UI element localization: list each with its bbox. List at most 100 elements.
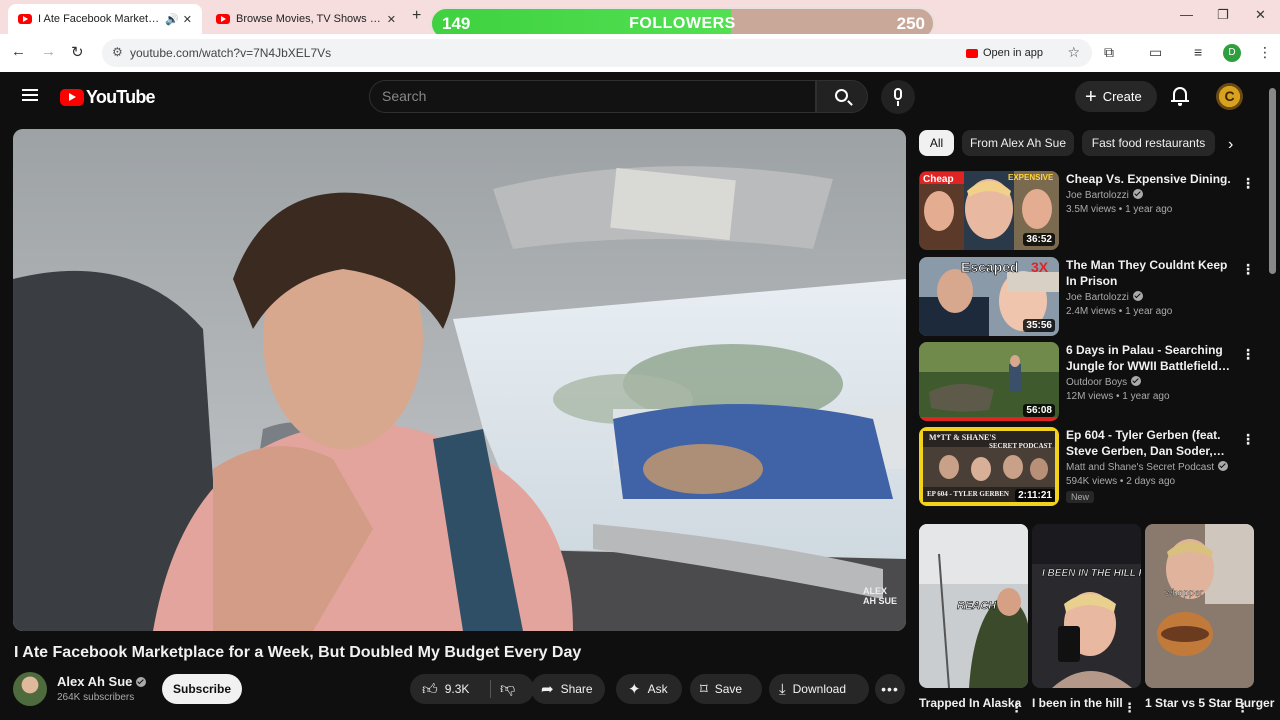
search-input[interactable] <box>382 88 802 104</box>
video-thumbnail[interactable]: Escaped 3X 35:56 <box>919 257 1059 336</box>
video-title[interactable]: Cheap Vs. Expensive Dining. <box>1066 171 1236 187</box>
chip-fast-food[interactable]: Fast food restaurants <box>1082 130 1215 156</box>
subscribe-button[interactable]: Subscribe <box>162 674 242 704</box>
tab-title: I Ate Facebook Marketplace fo <box>38 13 161 25</box>
minimize-icon[interactable]: — <box>1180 7 1193 22</box>
menu-icon[interactable] <box>22 89 38 101</box>
video-thumbnail[interactable]: Cheap EXPENSIVE 36:52 <box>919 171 1059 250</box>
page-scrollbar[interactable] <box>1269 88 1276 274</box>
close-tab-icon[interactable]: ✕ <box>183 13 192 26</box>
thumb-text-cheap: Cheap <box>923 174 954 185</box>
video-thumbnail[interactable]: M*TT & SHANE'S SECRET PODCAST EP 604 - T… <box>919 427 1059 506</box>
channel-name[interactable]: Alex Ah Sue <box>57 674 147 689</box>
thumb-text-show: M*TT & SHANE'S <box>929 433 997 442</box>
short-title[interactable]: Trapped In Alaska <box>919 696 1021 710</box>
video-channel-text[interactable]: Outdoor Boys <box>1066 377 1127 388</box>
video-watermark-line1: ALEX <box>863 586 887 596</box>
extensions-icon[interactable]: ⧉ <box>1104 44 1114 61</box>
video-channel-text[interactable]: Joe Bartolozzi <box>1066 190 1129 201</box>
browser-tab-yflix[interactable]: Browse Movies, TV Shows - yFli ✕ <box>206 4 406 34</box>
video-thumbnail[interactable]: 56:08 <box>919 342 1059 421</box>
download-icon: ⤓ <box>779 680 786 698</box>
back-icon[interactable]: ← <box>11 43 26 60</box>
chevron-right-icon[interactable]: › <box>1228 136 1233 154</box>
save-button[interactable]: ⌑ Save <box>690 674 762 704</box>
short-overlay-text: I BEEN IN THE HILL F- <box>1042 568 1141 579</box>
voice-search-button[interactable] <box>881 80 915 114</box>
video-channel-text[interactable]: Joe Bartolozzi <box>1066 292 1129 303</box>
search-box <box>369 80 816 113</box>
bell-clapper <box>1178 103 1182 106</box>
video-channel[interactable]: Joe Bartolozzi <box>1066 291 1236 303</box>
like-count[interactable]: 9.3K <box>445 682 470 696</box>
chip-all[interactable]: All <box>919 130 954 156</box>
cast-icon[interactable]: ▭ <box>1149 44 1162 61</box>
browser-profile-avatar[interactable]: D <box>1223 44 1241 62</box>
video-meta: 6 Days in Palau - Searching Jungle for W… <box>1066 342 1236 402</box>
channel-name-text[interactable]: Alex Ah Sue <box>57 674 132 689</box>
recommended-video[interactable]: M*TT & SHANE'S SECRET PODCAST EP 604 - T… <box>919 427 1264 517</box>
video-frame: ALEX AH SUE <box>13 129 906 631</box>
close-tab-icon[interactable]: ✕ <box>387 13 396 26</box>
share-button[interactable]: ➦ Share <box>531 674 605 704</box>
open-in-app-button[interactable]: Open in app <box>958 43 1051 63</box>
download-button[interactable]: ⤓ Download <box>769 674 869 704</box>
create-button[interactable]: + Create <box>1075 81 1157 112</box>
url-field[interactable]: ⚙ youtube.com/watch?v=7N4JbXEL7Vs Open i… <box>102 39 1092 67</box>
sparkle-icon: ✦ <box>628 680 641 698</box>
more-vertical-icon[interactable]: ⋮ <box>1241 431 1255 448</box>
youtube-logo[interactable]: YouTube <box>60 87 156 108</box>
forward-icon[interactable]: → <box>41 43 56 60</box>
video-channel[interactable]: Outdoor Boys <box>1066 376 1236 388</box>
maximize-icon[interactable]: ❐ <box>1217 7 1229 23</box>
thumbs-up-icon[interactable]: 👍︎ <box>422 682 438 697</box>
bookmark-star-icon[interactable]: ☆ <box>1067 44 1080 61</box>
thumbs-down-icon[interactable]: 👎︎ <box>500 680 515 698</box>
recommended-video[interactable]: Escaped 3X 35:56 The Man They Couldnt Ke… <box>919 257 1264 337</box>
video-duration: 2:11:21 <box>1015 489 1055 502</box>
short-overlay-text: REACH <box>957 600 997 612</box>
video-channel-text[interactable]: Matt and Shane's Secret Podcast <box>1066 462 1214 473</box>
short-title[interactable]: I been in the hill <box>1032 696 1123 710</box>
video-channel[interactable]: Matt and Shane's Secret Podcast <box>1066 461 1236 473</box>
open-in-app-label: Open in app <box>983 47 1043 59</box>
close-window-icon[interactable]: ✕ <box>1255 7 1266 23</box>
channel-avatar[interactable] <box>13 672 47 706</box>
more-vertical-icon[interactable]: ⋮ <box>1241 261 1255 278</box>
notifications-bell-icon[interactable] <box>1171 85 1189 107</box>
short-thumbnail[interactable]: I BEEN IN THE HILL F- <box>1032 524 1141 688</box>
video-title[interactable]: 6 Days in Palau - Searching Jungle for W… <box>1066 342 1236 374</box>
video-player[interactable]: ALEX AH SUE <box>13 129 906 631</box>
video-channel[interactable]: Joe Bartolozzi <box>1066 189 1236 201</box>
ask-button[interactable]: ✦ Ask <box>616 674 682 704</box>
youtube-favicon-icon <box>18 14 32 24</box>
more-vertical-icon[interactable]: ⋮ <box>1123 700 1136 716</box>
chip-from-channel[interactable]: From Alex Ah Sue <box>962 130 1074 156</box>
more-actions-button[interactable]: ••• <box>875 674 905 704</box>
followers-label: FOLLOWERS <box>629 15 736 32</box>
recommended-video[interactable]: 56:08 6 Days in Palau - Searching Jungle… <box>919 342 1264 422</box>
site-info-icon[interactable]: ⚙ <box>112 45 123 59</box>
search-button[interactable] <box>816 80 868 113</box>
media-controls-icon[interactable]: ≡ <box>1194 44 1202 60</box>
followers-goal: 250 <box>896 14 925 33</box>
reload-icon[interactable]: ↻ <box>71 43 84 61</box>
account-avatar[interactable]: C <box>1216 83 1243 110</box>
new-tab-icon[interactable]: + <box>412 7 421 25</box>
speaker-icon[interactable]: 🔊 <box>165 13 179 26</box>
browser-tab-youtube[interactable]: I Ate Facebook Marketplace fo 🔊 ✕ <box>8 4 202 34</box>
video-title[interactable]: The Man They Couldnt Keep In Prison <box>1066 257 1236 289</box>
browser-menu-icon[interactable]: ⋮ <box>1258 44 1272 61</box>
video-title[interactable]: Ep 604 - Tyler Gerben (feat. Steve Gerbe… <box>1066 427 1236 459</box>
short-title[interactable]: 1 Star vs 5 Star Burger <box>1145 696 1274 710</box>
short-thumbnail[interactable]: whopper <box>1145 524 1254 688</box>
more-vertical-icon[interactable]: ⋮ <box>1241 175 1255 192</box>
recommended-video[interactable]: Cheap EXPENSIVE 36:52 Cheap Vs. Expensiv… <box>919 171 1264 251</box>
more-vertical-icon[interactable]: ⋮ <box>1236 700 1249 716</box>
short-image: whopper <box>1145 524 1254 688</box>
url-text[interactable]: youtube.com/watch?v=7N4JbXEL7Vs <box>130 46 331 60</box>
more-vertical-icon[interactable]: ⋮ <box>1010 700 1023 716</box>
more-vertical-icon[interactable]: ⋮ <box>1241 346 1255 363</box>
thumb-text-podcast: SECRET PODCAST <box>989 442 1052 450</box>
short-thumbnail[interactable]: REACH <box>919 524 1028 688</box>
